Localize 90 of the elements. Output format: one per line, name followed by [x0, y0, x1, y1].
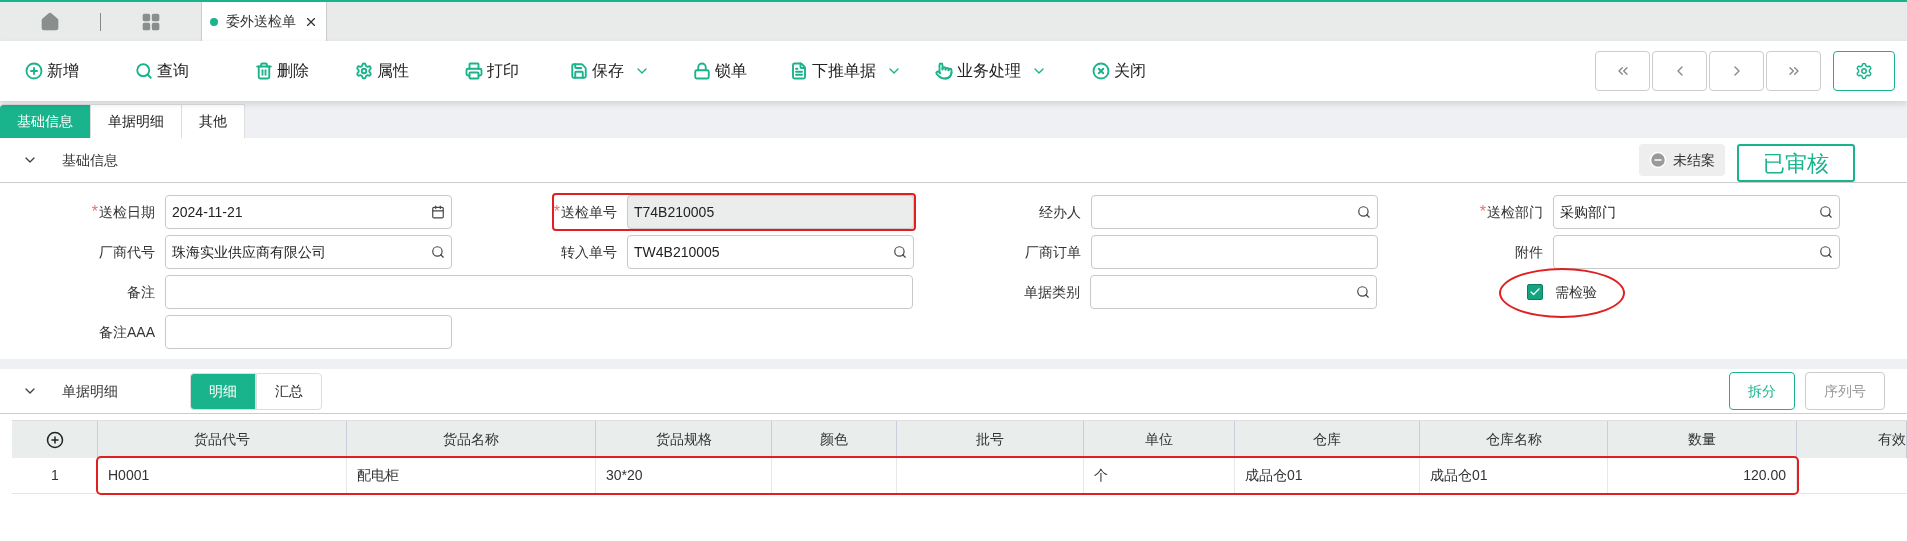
printer-icon	[465, 62, 483, 80]
table-cell: H0001	[98, 458, 347, 493]
table-cell: 成品仓01	[1420, 458, 1608, 493]
checkbox[interactable]	[1527, 284, 1543, 300]
segment-tab[interactable]: 汇总	[256, 372, 322, 410]
field-label: 备注	[127, 282, 155, 302]
lookup-field[interactable]: TW4B210005	[627, 235, 914, 269]
lookup-field[interactable]: 珠海实业供应商有限公司	[165, 235, 452, 269]
nav-button[interactable]	[1709, 51, 1764, 91]
toolbar-button[interactable]: 业务处理	[935, 59, 1047, 83]
nav-button[interactable]	[1595, 51, 1650, 91]
search-icon[interactable]	[1819, 245, 1833, 259]
section-title: 单据明细	[62, 381, 119, 401]
column-header: 仓库名称	[1420, 421, 1608, 458]
toolbar-button[interactable]: 删除	[255, 59, 309, 83]
column-header: 批号	[897, 421, 1084, 458]
text-field[interactable]	[165, 315, 452, 349]
search-icon[interactable]	[431, 245, 445, 259]
toolbar-button[interactable]: 属性	[355, 59, 409, 83]
text-field[interactable]	[1091, 235, 1378, 269]
column-header: 货品代号	[98, 421, 347, 458]
document-icon	[790, 62, 808, 80]
field-label: 经办人	[1039, 202, 1081, 222]
field-label: 备注AAA	[99, 322, 155, 342]
column-header: 有效	[1797, 421, 1907, 458]
table-cell: 个	[1084, 458, 1235, 493]
field-label: 送检单号	[561, 202, 617, 222]
audit-stamp: 已审核	[1737, 144, 1855, 182]
toolbar-button[interactable]: 打印	[465, 59, 519, 83]
add-icon	[25, 62, 43, 80]
text-field[interactable]: T74B210005	[627, 195, 914, 229]
required-mark: *	[553, 204, 560, 220]
lookup-field[interactable]: 采购部门	[1553, 195, 1840, 229]
table-cell: 配电柜	[347, 458, 596, 493]
search-icon[interactable]	[893, 245, 907, 259]
table-cell: 30*20	[596, 458, 772, 493]
date-field[interactable]: 2024-11-21	[165, 195, 452, 229]
check-icon	[1529, 286, 1541, 298]
lookup-field[interactable]	[1091, 195, 1378, 229]
tab[interactable]: 委外送检单	[201, 2, 327, 41]
toolbar-button[interactable]: 新增	[25, 59, 79, 83]
column-header: 仓库	[1235, 421, 1420, 458]
toolbar-button[interactable]: 锁单	[693, 59, 747, 83]
table-cell: 成品仓01	[1235, 458, 1420, 493]
search-icon[interactable]	[1357, 205, 1371, 219]
settings-button[interactable]	[1833, 51, 1895, 91]
home-icon[interactable]	[40, 12, 60, 32]
text-field[interactable]	[165, 275, 913, 309]
lookup-field[interactable]	[1553, 235, 1840, 269]
checkbox-label: 需检验	[1555, 282, 1597, 302]
lookup-field[interactable]	[1090, 275, 1377, 309]
field-label: 附件	[1515, 242, 1543, 262]
minus-icon	[1649, 151, 1667, 169]
field-label: 送检部门	[1487, 202, 1543, 222]
field-label: 厂商订单	[1025, 242, 1081, 262]
toolbar-button[interactable]: 查询	[135, 59, 189, 83]
field-label: 单据类别	[1024, 282, 1080, 302]
trash-icon	[255, 62, 273, 80]
column-header: 货品名称	[347, 421, 596, 458]
table-cell: 120.00	[1608, 458, 1797, 493]
toolbar-button[interactable]: 下推单据	[790, 59, 902, 83]
nav-button[interactable]	[1766, 51, 1821, 91]
close-icon	[1092, 62, 1110, 80]
hand-pointer-icon	[935, 62, 953, 80]
subtab[interactable]: 其他	[182, 104, 245, 138]
field-label: 厂商代号	[99, 242, 155, 262]
search-icon	[135, 62, 153, 80]
required-mark: *	[91, 204, 98, 220]
grid-icon[interactable]	[141, 12, 161, 32]
search-icon[interactable]	[1356, 285, 1370, 299]
settings-icon	[1855, 62, 1873, 80]
status-label: 未结案	[1673, 150, 1715, 170]
field-label: 送检日期	[99, 202, 155, 222]
column-header: 单位	[1084, 421, 1235, 458]
lock-icon	[693, 62, 711, 80]
section-title: 基础信息	[62, 150, 118, 170]
toolbar-button[interactable]: 关闭	[1092, 59, 1146, 83]
row-number: 1	[50, 466, 60, 485]
required-mark: *	[1479, 204, 1486, 220]
add-row-icon[interactable]	[45, 430, 64, 449]
subtab[interactable]: 单据明细	[91, 104, 182, 138]
calendar-icon[interactable]	[431, 205, 445, 219]
toolbar-button[interactable]: 保存	[570, 59, 650, 83]
search-icon[interactable]	[1819, 205, 1833, 219]
nav-button[interactable]	[1652, 51, 1707, 91]
column-header: 颜色	[772, 421, 897, 458]
column-header: 数量	[1608, 421, 1797, 458]
gear-icon	[355, 62, 373, 80]
column-header: 货品规格	[596, 421, 772, 458]
field-label: 转入单号	[561, 242, 617, 262]
